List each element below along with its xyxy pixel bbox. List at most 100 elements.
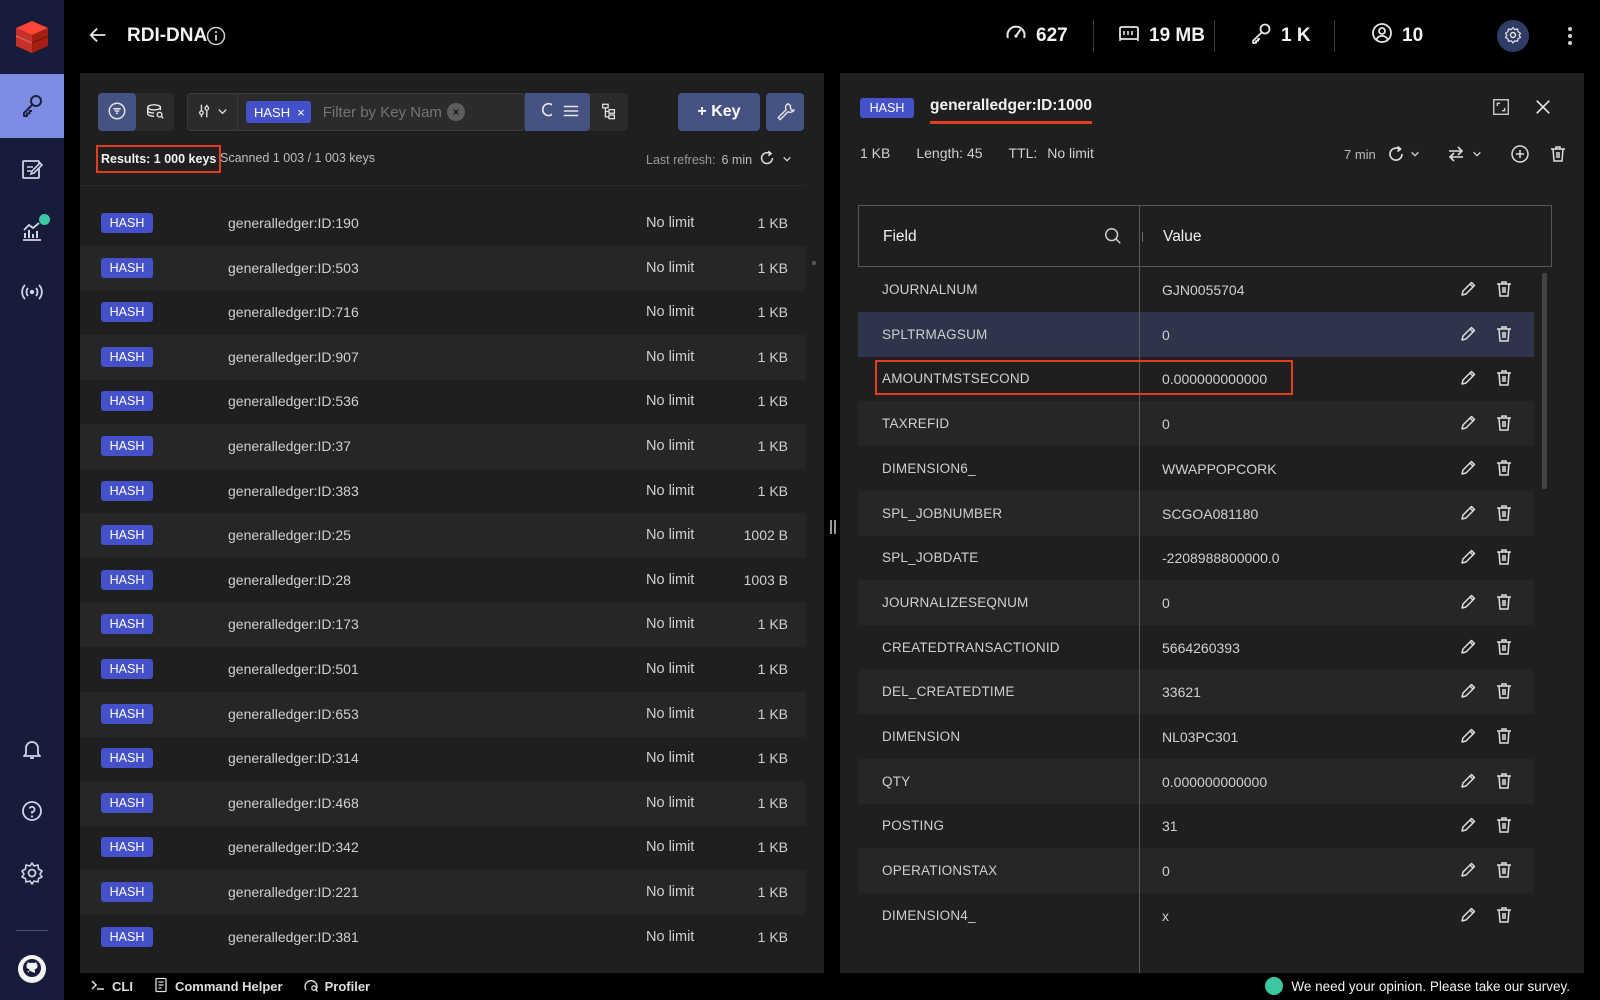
key-row[interactable]: HASH generalledger:ID:383 No limit 1 KB	[80, 469, 806, 514]
trash-icon[interactable]	[1494, 815, 1514, 835]
fullscreen-button[interactable]	[1491, 97, 1513, 119]
trash-icon[interactable]	[1494, 592, 1514, 612]
trash-icon[interactable]	[1494, 771, 1514, 791]
field-value[interactable]: 0	[1162, 863, 1170, 879]
chevron-down-icon[interactable]	[782, 153, 792, 167]
field-value[interactable]: NL03PC301	[1162, 729, 1238, 745]
survey-link[interactable]: We need your opinion. Please take our su…	[1265, 977, 1570, 995]
table-row[interactable]: SPL_JOBNUMBER SCGOA081180	[858, 490, 1534, 536]
key-filter-input[interactable]	[322, 103, 441, 121]
edit-icon[interactable]	[1458, 592, 1478, 612]
field-value[interactable]: 31	[1162, 818, 1178, 834]
trash-icon[interactable]	[1494, 324, 1514, 344]
key-row[interactable]: HASH generalledger:ID:28 No limit 1003 B	[80, 558, 806, 603]
key-row[interactable]: HASH generalledger:ID:501 No limit 1 KB	[80, 647, 806, 692]
field-value[interactable]: 5664260393	[1162, 640, 1240, 656]
table-row[interactable]: DEL_CREATEDTIME 33621	[858, 669, 1534, 715]
table-row[interactable]: JOURNALIZESEQNUM 0	[858, 579, 1534, 625]
panel-resize-handle[interactable]	[830, 520, 836, 534]
trash-icon[interactable]	[1494, 905, 1514, 925]
chevron-down-icon[interactable]	[1410, 147, 1420, 162]
table-row[interactable]: SPL_JOBDATE -2208988800000.0	[858, 535, 1534, 580]
edit-icon[interactable]	[1458, 368, 1478, 388]
edit-icon[interactable]	[1458, 905, 1478, 925]
key-row[interactable]: HASH generalledger:ID:653 No limit 1 KB	[80, 691, 806, 737]
trash-icon[interactable]	[1494, 547, 1514, 567]
table-row[interactable]: OPERATIONSTAX 0	[858, 848, 1534, 894]
key-row[interactable]: HASH generalledger:ID:342 No limit 1 KB	[80, 825, 806, 870]
tree-view-button[interactable]	[590, 93, 628, 131]
trash-icon[interactable]	[1494, 279, 1514, 299]
sidebar-item-pubsub[interactable]	[0, 261, 64, 325]
list-view-button[interactable]	[552, 93, 590, 131]
key-row[interactable]: HASH generalledger:ID:907 No limit 1 KB	[80, 334, 806, 380]
edit-icon[interactable]	[1458, 681, 1478, 701]
edit-icon[interactable]	[1458, 279, 1478, 299]
trash-icon[interactable]	[1546, 142, 1570, 166]
key-row[interactable]: HASH generalledger:ID:314 No limit 1 KB	[80, 736, 806, 781]
sidebar-item-analytics[interactable]	[0, 200, 64, 264]
edit-icon[interactable]	[1458, 637, 1478, 657]
edit-icon[interactable]	[1458, 413, 1478, 433]
key-row[interactable]: HASH generalledger:ID:503 No limit 1 KB	[80, 245, 806, 291]
edit-icon[interactable]	[1458, 726, 1478, 746]
search-mode-button[interactable]	[136, 93, 174, 131]
search-icon[interactable]	[1103, 226, 1125, 248]
github-button[interactable]	[18, 955, 46, 983]
key-row[interactable]: HASH generalledger:ID:173 No limit 1 KB	[80, 602, 806, 648]
refresh-icon[interactable]	[1384, 142, 1408, 166]
field-value[interactable]: 0	[1162, 416, 1170, 432]
chip-remove-icon[interactable]: ×	[297, 105, 305, 120]
field-value[interactable]: 0	[1162, 327, 1170, 343]
trash-icon[interactable]	[1494, 413, 1514, 433]
field-value[interactable]: 0.000000000000	[1162, 774, 1267, 790]
info-icon[interactable]	[206, 26, 226, 46]
key-row[interactable]: HASH generalledger:ID:536 No limit 1 KB	[80, 379, 806, 424]
more-menu-button[interactable]	[1564, 22, 1576, 50]
field-value[interactable]: SCGOA081180	[1162, 506, 1258, 522]
add-field-icon[interactable]	[1508, 142, 1532, 166]
field-value[interactable]: -2208988800000.0	[1162, 550, 1280, 566]
key-ttl[interactable]: TTL: No limit	[1009, 145, 1094, 161]
back-button[interactable]	[84, 22, 112, 50]
format-switch-icon[interactable]	[1444, 142, 1468, 166]
trash-icon[interactable]	[1494, 458, 1514, 478]
close-details-button[interactable]	[1530, 95, 1556, 121]
field-value[interactable]: GJN0055704	[1162, 282, 1245, 298]
field-value[interactable]: WWAPPOPCORK	[1162, 461, 1277, 477]
clear-filter-button[interactable]	[446, 103, 465, 121]
key-row[interactable]: HASH generalledger:ID:37 No limit 1 KB	[80, 424, 806, 469]
table-row[interactable]: DIMENSION4_ x	[858, 893, 1534, 938]
trash-icon[interactable]	[1494, 368, 1514, 388]
edit-icon[interactable]	[1458, 324, 1478, 344]
add-key-button[interactable]: + Key	[678, 93, 760, 131]
list-scrollbar[interactable]	[812, 261, 816, 265]
table-scrollbar[interactable]	[1542, 273, 1547, 489]
chevron-down-icon[interactable]	[1472, 147, 1482, 162]
edit-icon[interactable]	[1458, 503, 1478, 523]
key-row[interactable]: HASH generalledger:ID:381 No limit 1 KB	[80, 915, 806, 960]
key-row[interactable]: HASH generalledger:ID:25 No limit 1002 B	[80, 513, 806, 559]
key-row[interactable]: HASH generalledger:ID:716 No limit 1 KB	[80, 290, 806, 335]
table-row[interactable]: DIMENSION6_ WWAPPOPCORK	[858, 446, 1534, 491]
cli-button[interactable]: CLI	[80, 973, 143, 1000]
refresh-icon[interactable]	[758, 149, 776, 170]
table-row[interactable]: QTY 0.000000000000	[858, 758, 1534, 804]
field-value[interactable]: 33621	[1162, 684, 1201, 700]
trash-icon[interactable]	[1494, 860, 1514, 880]
filter-mode-button[interactable]	[98, 93, 136, 131]
redis-logo-icon[interactable]	[12, 16, 52, 56]
edit-icon[interactable]	[1458, 815, 1478, 835]
trash-icon[interactable]	[1494, 681, 1514, 701]
trash-icon[interactable]	[1494, 503, 1514, 523]
trash-icon[interactable]	[1494, 637, 1514, 657]
db-settings-button[interactable]	[1497, 20, 1529, 52]
sidebar-item-browser[interactable]	[0, 74, 64, 138]
table-row[interactable]: JOURNALNUM GJN0055704	[858, 267, 1534, 312]
edit-icon[interactable]	[1458, 771, 1478, 791]
profiler-button[interactable]: Profiler	[293, 973, 381, 1000]
key-row[interactable]: HASH generalledger:ID:468 No limit 1 KB	[80, 780, 806, 826]
edit-icon[interactable]	[1458, 458, 1478, 478]
trash-icon[interactable]	[1494, 726, 1514, 746]
sidebar-item-settings[interactable]	[0, 842, 64, 906]
